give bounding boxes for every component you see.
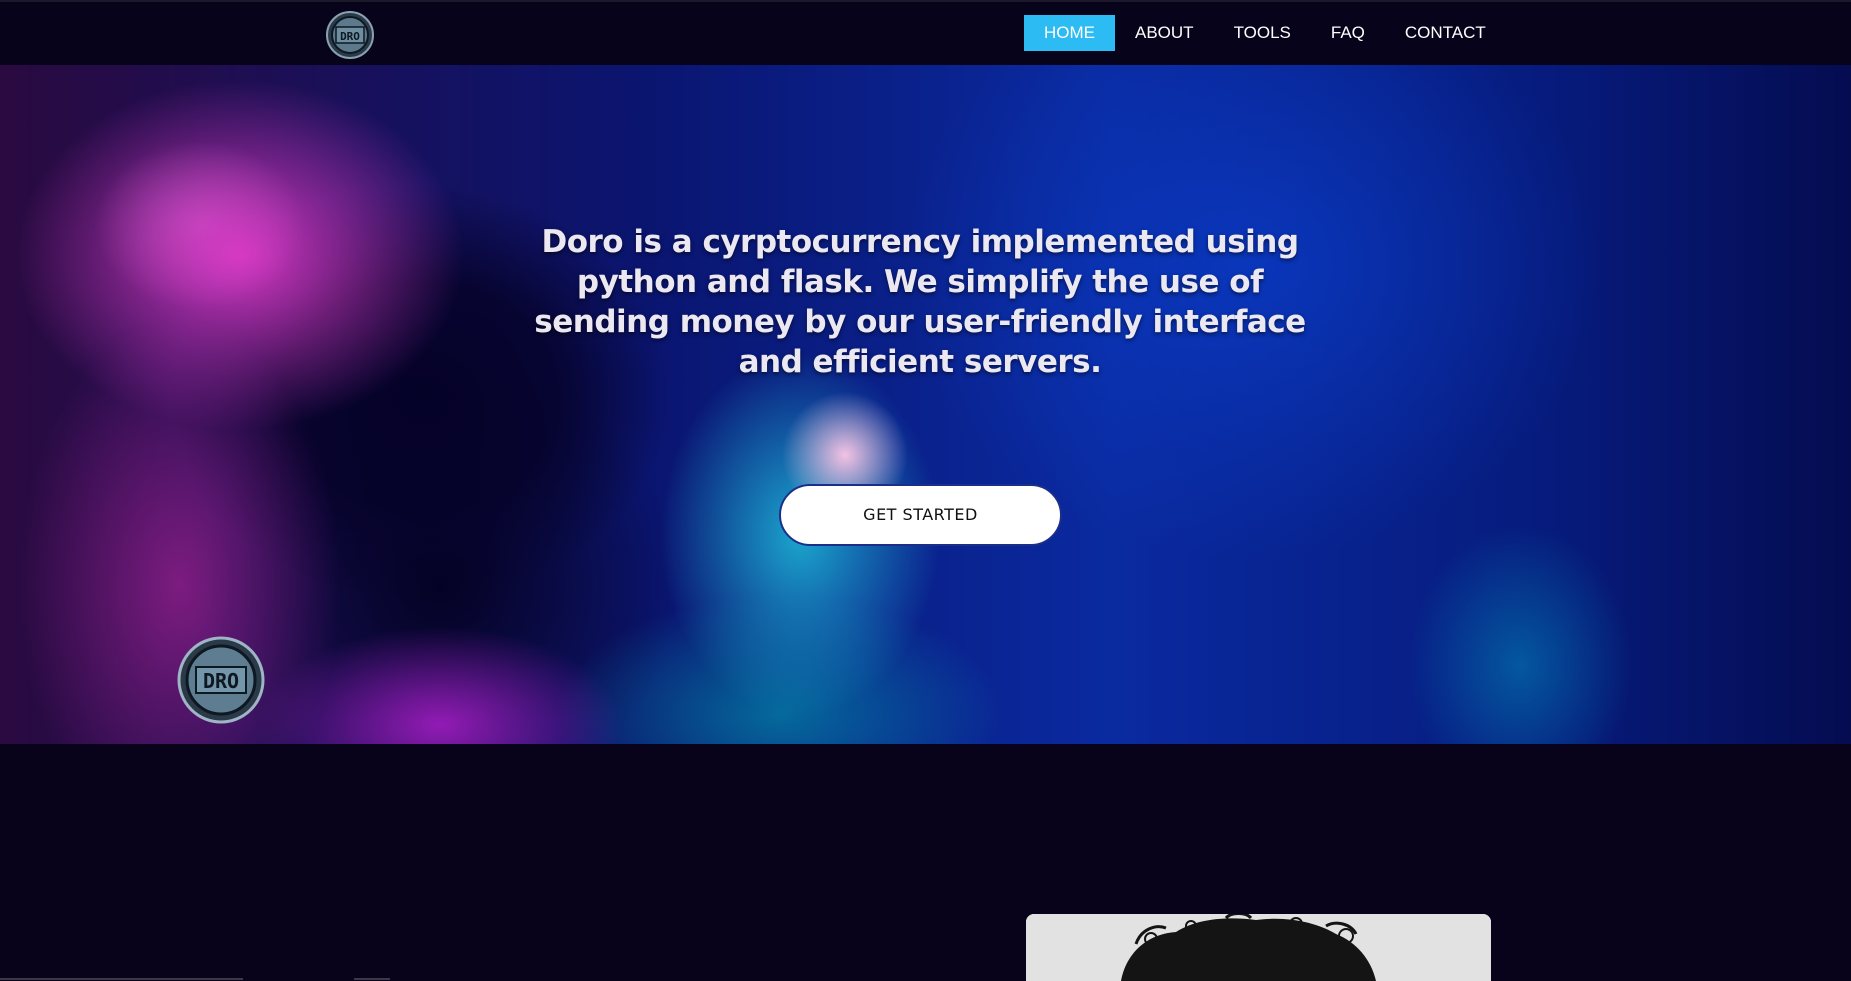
divider: [354, 978, 390, 980]
nav-tools[interactable]: TOOLS: [1214, 15, 1311, 51]
person-curly-hair-photo: [1026, 914, 1491, 981]
about-photo: [1026, 914, 1491, 981]
hero-tagline: Doro is a cyrptocurrency implemented usi…: [534, 224, 1306, 380]
about-section: [0, 744, 1851, 981]
nav-contact[interactable]: CONTACT: [1385, 15, 1506, 51]
svg-text:DRO: DRO: [203, 669, 239, 693]
divider: [0, 978, 243, 980]
doro-coin-icon: DRO: [177, 636, 265, 724]
nav-home[interactable]: HOME: [1024, 15, 1115, 51]
svg-text:DRO: DRO: [340, 30, 360, 43]
nav-faq[interactable]: FAQ: [1311, 15, 1385, 51]
hero-section: Doro is a cyrptocurrency implemented usi…: [0, 65, 1851, 744]
main-nav: HOME ABOUT TOOLS FAQ CONTACT: [1024, 15, 1506, 51]
navbar: DRO HOME ABOUT TOOLS FAQ CONTACT: [0, 0, 1851, 65]
nav-about[interactable]: ABOUT: [1115, 15, 1214, 51]
get-started-button[interactable]: GET STARTED: [779, 484, 1062, 546]
doro-coin-logo-icon[interactable]: DRO: [325, 10, 375, 60]
